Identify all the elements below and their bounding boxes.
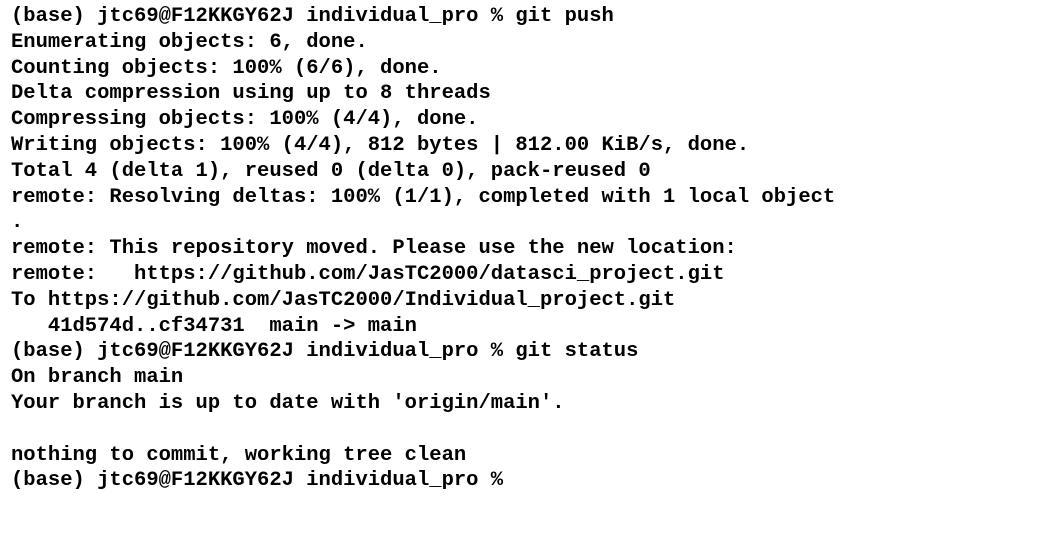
- terminal-line: (base) jtc69@F12KKGY62J individual_pro %…: [11, 5, 614, 28]
- terminal-line: Enumerating objects: 6, done.: [11, 30, 368, 54]
- terminal-output[interactable]: (base) jtc69@F12KKGY62J individual_pro %…: [0, 0, 1056, 548]
- terminal-line: Total 4 (delta 1), reused 0 (delta 0), p…: [11, 159, 651, 183]
- terminal-line: (base) jtc69@F12KKGY62J individual_pro %…: [11, 340, 639, 364]
- terminal-line: remote: https://github.com/JasTC2000/dat…: [11, 262, 725, 286]
- terminal-line: Delta compression using up to 8 threads: [11, 82, 491, 106]
- terminal-line: remote: This repository moved. Please us…: [11, 237, 737, 261]
- terminal-line: Counting objects: 100% (6/6), done.: [11, 56, 442, 80]
- terminal-prompt-line[interactable]: (base) jtc69@F12KKGY62J individual_pro %: [11, 468, 1056, 494]
- terminal-line: Writing objects: 100% (4/4), 812 bytes |…: [11, 133, 750, 157]
- terminal-line: To https://github.com/JasTC2000/Individu…: [11, 288, 676, 312]
- terminal-line: Compressing objects: 100% (4/4), done.: [11, 108, 479, 132]
- terminal-line: .: [11, 211, 24, 235]
- terminal-line: 41d574d..cf34731 main -> main: [11, 314, 417, 338]
- terminal-line: remote: Resolving deltas: 100% (1/1), co…: [11, 185, 836, 209]
- terminal-line: Your branch is up to date with 'origin/m…: [11, 391, 565, 415]
- terminal-line: On branch main: [11, 366, 184, 390]
- terminal-line: nothing to commit, working tree clean: [11, 443, 467, 467]
